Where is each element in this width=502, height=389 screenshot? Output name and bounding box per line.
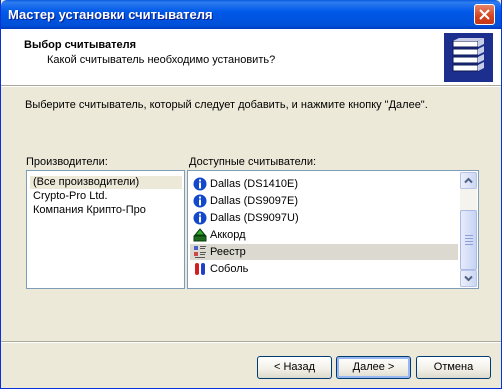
header-divider (1, 86, 501, 87)
window-title: Мастер установки считывателя (8, 7, 213, 22)
list-item[interactable]: Dallas (DS1410E) (190, 176, 458, 192)
thumb-grip (465, 241, 473, 242)
scroll-up-button[interactable] (460, 172, 477, 189)
scroll-thumb[interactable] (460, 210, 477, 270)
page-subtitle: Какой считыватель необходимо установить? (47, 54, 276, 66)
wizard-header: Выбор считывателя Какой считыватель необ… (1, 29, 501, 86)
thumb-grip (465, 235, 473, 236)
chevron-down-icon (464, 275, 473, 282)
reader-label: Реестр (210, 246, 246, 258)
list-item[interactable]: Реестр (190, 244, 458, 260)
list-item[interactable]: Аккорд (190, 227, 458, 243)
page-title: Выбор считывателя (24, 39, 137, 51)
close-icon (479, 9, 490, 20)
close-button[interactable] (474, 4, 495, 25)
title-bar[interactable]: Мастер установки считывателя (1, 0, 501, 29)
next-button[interactable]: Далее > (336, 356, 411, 379)
info-icon (193, 177, 207, 191)
info-icon (193, 211, 207, 225)
manufacturers-list[interactable]: (Все производители) Crypto-Pro Ltd. Комп… (26, 170, 185, 289)
cancel-button[interactable]: Отмена (416, 356, 491, 379)
sobol-icon (195, 263, 205, 275)
list-item[interactable]: Crypto-Pro Ltd. (30, 190, 111, 203)
list-item[interactable]: Соболь (190, 261, 458, 277)
list-item[interactable]: Компания Крипто-Про (30, 204, 149, 217)
scroll-down-button[interactable] (460, 270, 477, 287)
list-item[interactable]: Dallas (DS9097E) (190, 193, 458, 209)
registry-icon (194, 246, 206, 258)
reader-label: Соболь (210, 263, 249, 275)
readers-label: Доступные считыватели: (189, 156, 317, 168)
info-icon (193, 194, 207, 208)
back-button[interactable]: < Назад (257, 356, 332, 379)
manufacturers-label: Производители: (26, 156, 108, 168)
reader-label: Dallas (DS9097E) (210, 195, 299, 207)
reader-setup-wizard-window: Мастер установки считывателя Выбор считы… (0, 0, 502, 389)
list-item[interactable]: (Все производители) (30, 176, 182, 189)
readers-scrollbar[interactable] (460, 172, 477, 287)
chevron-up-icon (464, 177, 473, 184)
instruction-text: Выберите считыватель, который следует до… (25, 99, 428, 111)
footer-divider-highlight (1, 342, 501, 343)
card-reader-stack-icon (444, 33, 493, 82)
accord-reader-icon (193, 228, 207, 242)
thumb-grip (465, 238, 473, 239)
available-readers-list[interactable]: Dallas (DS1410E) Dallas (DS9097E) Dallas… (187, 170, 479, 289)
thumb-grip (465, 244, 473, 245)
list-item[interactable]: Dallas (DS9097U) (190, 210, 458, 226)
reader-label: Dallas (DS9097U) (210, 212, 299, 224)
reader-label: Dallas (DS1410E) (210, 178, 299, 190)
reader-label: Аккорд (210, 229, 246, 241)
